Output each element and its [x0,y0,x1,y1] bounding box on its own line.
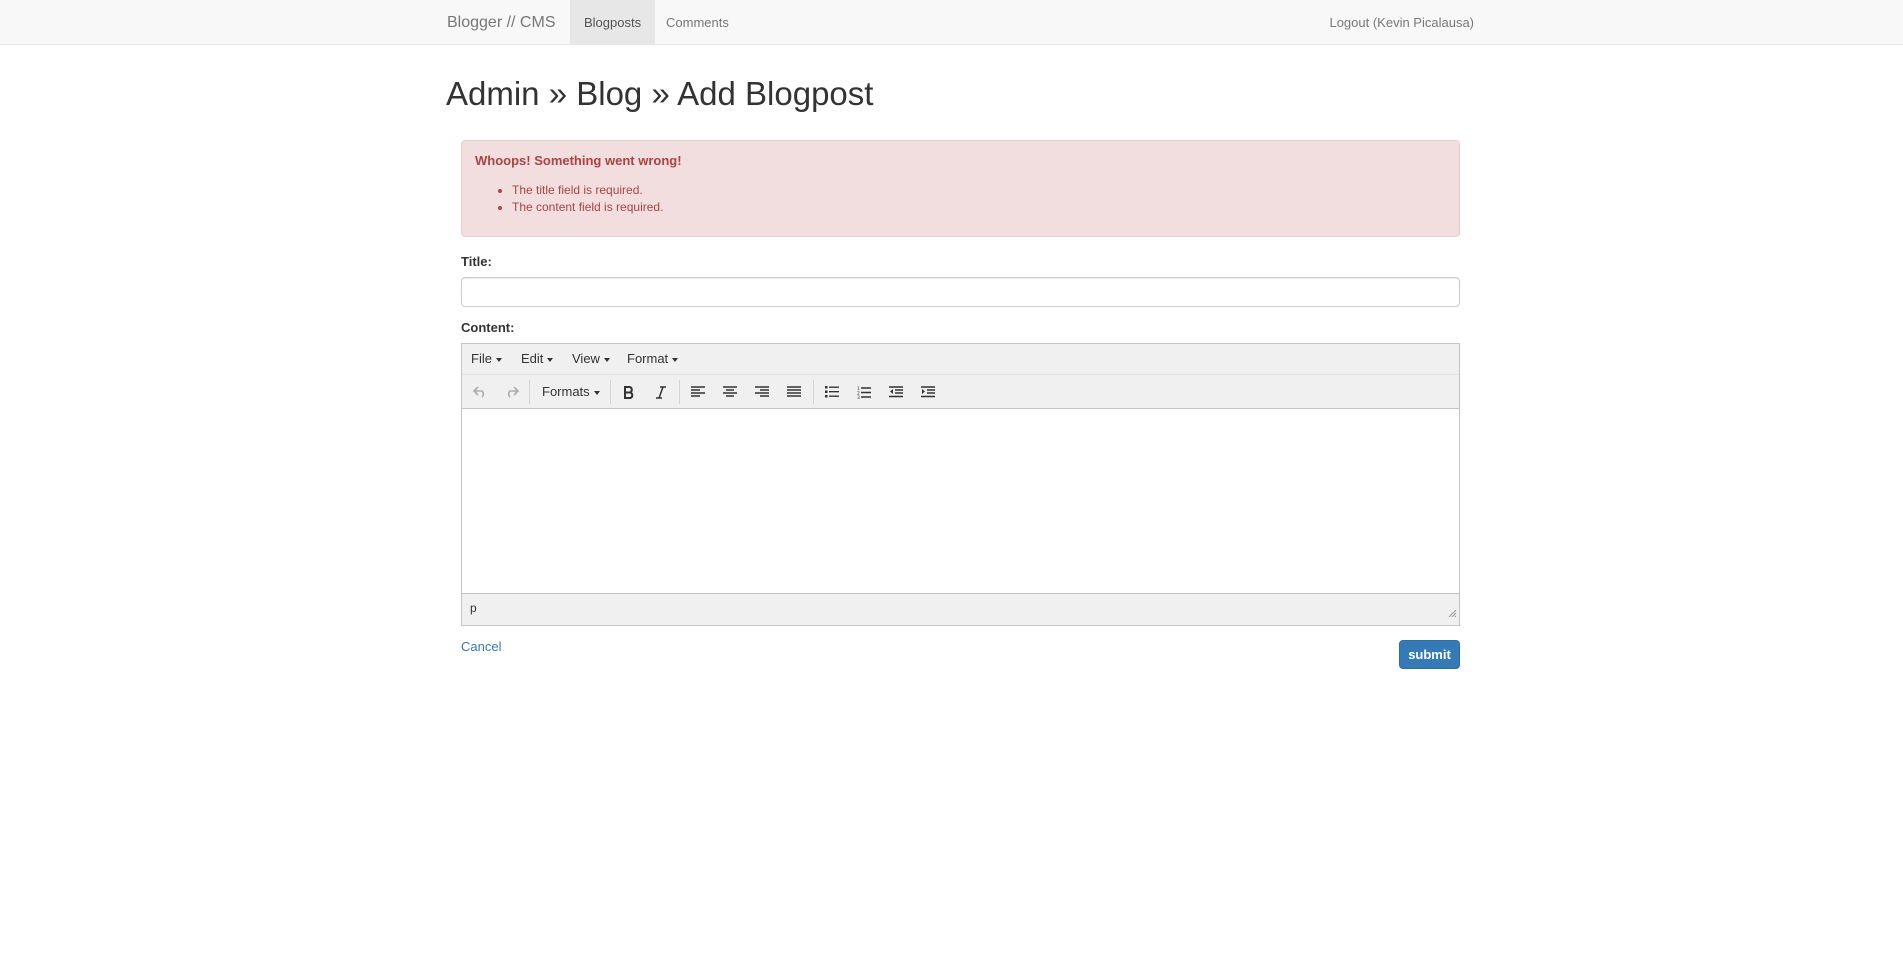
formats-label: Formats [542,384,590,399]
chevron-down-icon [495,357,502,362]
italic-icon[interactable] [649,380,673,404]
error-item: The content field is required. [512,199,1446,216]
toolbar-separator [679,380,680,404]
cancel-link[interactable]: Cancel [461,639,501,654]
toolbar-separator [813,380,814,404]
logout-link[interactable]: Logout (Kevin Picalausa) [1329,0,1474,45]
submit-button[interactable]: submit [1399,640,1460,669]
alert-heading: Whoops! Something went wrong! [475,153,682,168]
element-path[interactable]: p [470,601,477,615]
align-center-icon[interactable] [718,380,742,404]
editor-statusbar: p [462,593,1459,625]
align-left-icon[interactable] [686,380,710,404]
menu-edit[interactable]: Edit [521,344,554,374]
outdent-icon[interactable] [884,380,908,404]
toolbar-separator [529,380,530,404]
align-right-icon[interactable] [750,380,774,404]
menu-view[interactable]: View [572,344,610,374]
formats-dropdown[interactable]: Formats [542,380,600,404]
chevron-down-icon [547,357,554,362]
numbered-list-icon[interactable]: 123 [852,380,876,404]
navbar: Blogger // CMS Blogposts Comments Logout… [0,0,1903,45]
page-title: Admin » Blog » Add Blogpost [446,75,874,112]
bullet-list-icon[interactable] [820,380,844,404]
content-editor: File Edit View Format Formats 1 2 3 p [461,343,1460,626]
indent-icon[interactable] [916,380,940,404]
brand-link[interactable]: Blogger // CMS [447,0,555,45]
undo-icon[interactable] [468,380,492,404]
svg-text:3: 3 [857,395,860,399]
bold-icon[interactable] [617,380,641,404]
resize-handle-icon[interactable] [1447,605,1457,623]
toolbar-separator [610,380,611,404]
chevron-down-icon [603,357,610,362]
chevron-down-icon [672,357,679,362]
nav-item-blogposts[interactable]: Blogposts [570,0,656,45]
error-list: The title field is required. The content… [475,182,1446,216]
menu-edit-label: Edit [521,351,544,366]
redo-icon[interactable] [500,380,524,404]
chevron-down-icon [593,390,600,395]
menu-file[interactable]: File [471,344,502,374]
menu-format[interactable]: Format [627,344,679,374]
error-item: The title field is required. [512,182,1446,199]
error-alert: Whoops! Something went wrong! The title … [461,140,1460,237]
menu-view-label: View [572,351,600,366]
content-label: Content: [461,320,515,335]
title-input[interactable] [461,277,1460,307]
menu-file-label: File [471,351,492,366]
title-label: Title: [461,254,492,269]
editor-menubar: File Edit View Format [462,344,1459,375]
editor-toolbar: Formats 123 [462,375,1459,409]
menu-format-label: Format [627,351,669,366]
nav-item-comments[interactable]: Comments [652,0,743,45]
align-justify-icon[interactable] [782,380,806,404]
content-edit-area[interactable] [462,409,1459,593]
